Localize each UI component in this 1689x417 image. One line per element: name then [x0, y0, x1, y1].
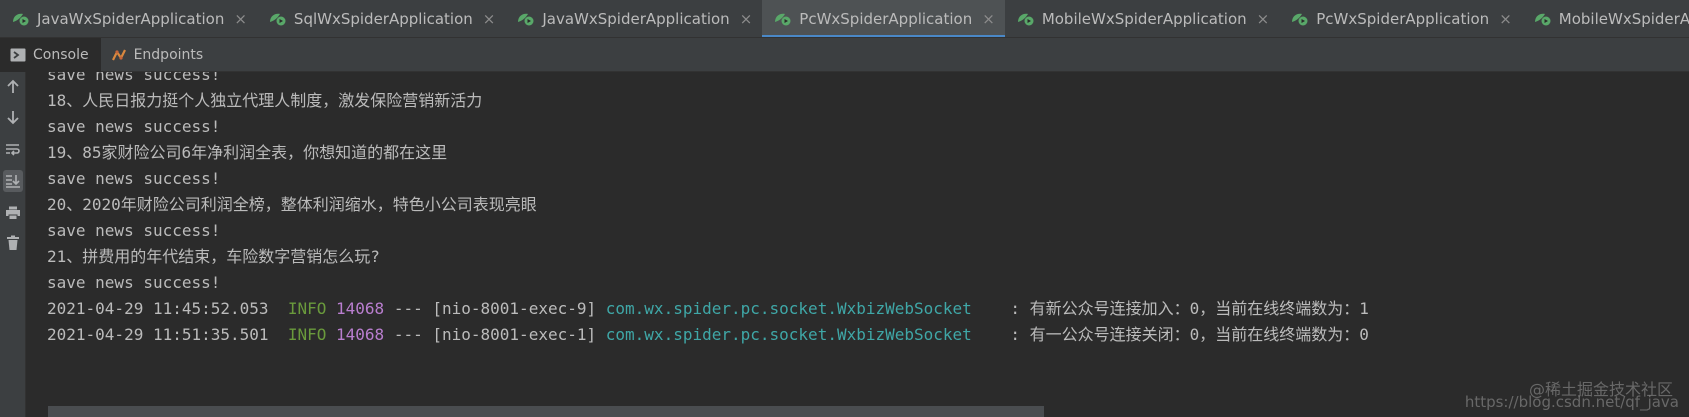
run-tab-sql-wx-spider[interactable]: SqlWxSpiderApplication × [257, 0, 505, 37]
log-message: : 有一公众号连接关闭：0，当前在线终端数为：0 [1010, 325, 1369, 344]
log-thread: [nio-8001-exec-9] [432, 299, 597, 318]
log-separator: --- [393, 325, 423, 344]
log-logger: com.wx.spider.pc.socket.WxbizWebSocket [605, 299, 972, 318]
log-line: 2021-04-29 11:45:52.053 INFO 14068 --- [… [47, 296, 1369, 322]
run-tab-label: PcWxSpiderApplication [1316, 10, 1490, 28]
run-tab-java-wx-spider-2[interactable]: JavaWxSpiderApplication × [505, 0, 762, 37]
console-line: 18、人民日报力挺个人独立代理人制度，激发保险营销新活力 [47, 91, 483, 110]
spring-boot-run-icon [775, 13, 791, 26]
run-tab-label: JavaWxSpiderApplication [542, 10, 730, 28]
spring-boot-run-icon [1534, 13, 1551, 26]
run-tab-java-wx-spider-1[interactable]: JavaWxSpiderApplication × [0, 0, 257, 37]
console-toolbar [0, 72, 26, 417]
run-config-tab-bar: JavaWxSpiderApplication × SqlWxSpiderApp… [0, 0, 1689, 38]
run-tab-pc-wx-spider-2[interactable]: PcWxSpiderApplication × [1279, 0, 1522, 37]
log-pid: 14068 [336, 299, 385, 318]
console-line: save news success! [47, 72, 221, 84]
trash-icon[interactable] [3, 232, 23, 254]
console-output[interactable]: save news success! 18、人民日报力挺个人独立代理人制度，激发… [26, 72, 1689, 407]
log-level: INFO [287, 299, 327, 318]
log-pid: 14068 [336, 325, 385, 344]
run-tab-label: PcWxSpiderApplication [799, 10, 973, 28]
tool-window-tab-bar: Console Endpoints [0, 37, 1689, 72]
spring-boot-run-icon [1292, 13, 1308, 26]
spring-boot-run-icon [269, 13, 286, 26]
log-level: INFO [287, 325, 327, 344]
log-timestamp: 2021-04-29 11:51:35.501 [47, 325, 269, 344]
watermark-url: https://blog.csdn.net/qf_java [1464, 393, 1679, 411]
run-tab-mobile-wx-spider-1[interactable]: MobileWxSpiderApplication × [1005, 0, 1279, 37]
run-tab-pc-wx-spider-active[interactable]: PcWxSpiderApplication × [762, 0, 1005, 37]
tab-console[interactable]: Console [0, 37, 101, 72]
horizontal-scrollbar[interactable] [48, 406, 1044, 417]
spring-boot-run-icon [1017, 13, 1034, 26]
console-line: save news success! [47, 169, 221, 188]
tab-console-label: Console [33, 46, 89, 63]
spring-boot-run-icon [13, 13, 29, 26]
console-line: save news success! [47, 273, 221, 292]
close-icon[interactable]: × [982, 11, 995, 27]
endpoints-icon [111, 49, 126, 60]
log-logger: com.wx.spider.pc.socket.WxbizWebSocket [605, 325, 972, 344]
down-arrow-icon[interactable] [3, 106, 23, 128]
close-icon[interactable]: × [234, 11, 247, 27]
log-separator: --- [393, 299, 423, 318]
console-line: save news success! [47, 117, 221, 136]
log-thread: [nio-8001-exec-1] [432, 325, 597, 344]
console-icon [10, 48, 26, 61]
ide-run-window: JavaWxSpiderApplication × SqlWxSpiderApp… [0, 0, 1689, 417]
run-tab-label: MobileWxSpiderApplication [1041, 10, 1247, 28]
soft-wrap-icon[interactable] [3, 139, 23, 161]
run-tab-label: MobileWxSpiderApplication [1558, 10, 1689, 28]
log-message: : 有新公众号连接加入：0，当前在线终端数为：1 [1010, 299, 1369, 318]
tab-endpoints-label: Endpoints [133, 46, 204, 63]
log-line: 2021-04-29 11:51:35.501 INFO 14068 --- [… [47, 322, 1369, 348]
run-tab-mobile-wx-spider-2[interactable]: MobileWxSpiderApplication × [1522, 0, 1689, 37]
close-icon[interactable]: × [740, 11, 753, 27]
spring-boot-run-icon [518, 13, 534, 26]
console-line: 20、2020年财险公司利润全榜，整体利润缩水，特色小公司表现亮眼 [47, 195, 537, 214]
run-tab-label: JavaWxSpiderApplication [37, 10, 225, 28]
run-tab-label: SqlWxSpiderApplication [293, 10, 473, 28]
console-line: save news success! [47, 221, 221, 240]
close-icon[interactable]: × [483, 11, 496, 27]
close-icon[interactable]: × [1499, 11, 1512, 27]
console-line: 21、拼费用的年代结束，车险数字营销怎么玩? [47, 247, 380, 266]
scroll-to-end-icon[interactable] [3, 170, 23, 192]
up-arrow-icon[interactable] [3, 76, 23, 98]
print-icon[interactable] [3, 202, 23, 224]
close-icon[interactable]: × [1257, 11, 1270, 27]
tab-endpoints[interactable]: Endpoints [101, 38, 216, 72]
console-line: 19、85家财险公司6年净利润全表，你想知道的都在这里 [47, 143, 448, 162]
log-timestamp: 2021-04-29 11:45:52.053 [47, 299, 269, 318]
